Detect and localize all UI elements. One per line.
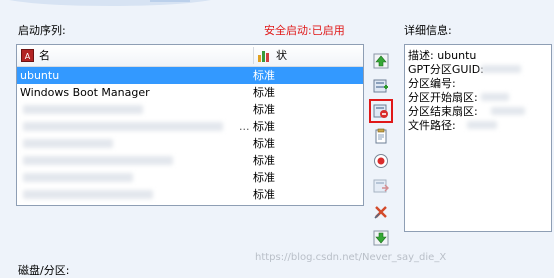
- watermark: https://blog.csdn.net/Never_say_die_X: [255, 252, 447, 263]
- record-button[interactable]: [372, 152, 390, 170]
- redacted-name: [23, 139, 113, 148]
- secure-boot-status: 已启用: [311, 24, 345, 37]
- redacted-value: [481, 65, 521, 73]
- entry-status: 标准: [253, 154, 275, 167]
- entry-status: 标准: [253, 69, 275, 82]
- entry-status: 标准: [253, 188, 275, 201]
- entry-status: 标准: [253, 103, 275, 116]
- list-header: A 名称 状态: [17, 45, 363, 83]
- top-decoration: [9, 0, 211, 6]
- detail-file-path: 文件路径:: [408, 119, 456, 132]
- list-item[interactable]: 标准: [17, 101, 363, 118]
- list-item[interactable]: ubuntu 标准: [17, 67, 363, 84]
- secure-boot-label: 安全启动:已启用: [264, 22, 345, 38]
- truncation-ellipsis: ...: [239, 120, 250, 133]
- boot-sequence-label: 启动序列:: [18, 24, 66, 37]
- secure-boot-text: 安全启动:: [264, 24, 312, 37]
- list-item[interactable]: 标准: [17, 152, 363, 169]
- copy-entry-button[interactable]: [372, 127, 390, 145]
- export-icon: [373, 179, 389, 193]
- entry-status: 标准: [253, 171, 275, 184]
- column-separator[interactable]: [253, 47, 254, 64]
- redacted-name: [23, 122, 223, 131]
- move-down-button[interactable]: [372, 229, 390, 247]
- move-up-button[interactable]: [372, 52, 390, 70]
- delete-entry-button[interactable]: [369, 99, 393, 123]
- boot-entry-list[interactable]: A 名称 状态 ubuntu 标准 Windows Boot Manager 标…: [16, 44, 364, 206]
- svg-text:A: A: [25, 52, 31, 61]
- redacted-value: [467, 121, 497, 129]
- export-button[interactable]: [372, 177, 390, 195]
- move-down-icon: [373, 230, 389, 246]
- bar-chart-icon: [258, 51, 269, 62]
- details-panel: 描述: ubuntu GPT分区GUID: 分区编号: 分区开始扇区: 分区结束…: [404, 44, 552, 232]
- add-entry-icon: [373, 79, 388, 93]
- list-item[interactable]: 标准: [17, 169, 363, 186]
- redacted-name: [23, 156, 173, 165]
- entry-status: 标准: [253, 120, 275, 133]
- redacted-name: [23, 173, 133, 182]
- record-icon: [374, 154, 388, 168]
- delete-entry-icon: [373, 104, 388, 118]
- copy-entry-icon: [375, 128, 387, 144]
- list-item[interactable]: 标准: [17, 186, 363, 203]
- entry-name: ubuntu: [20, 69, 60, 82]
- redacted-name: [23, 190, 153, 199]
- add-entry-button[interactable]: [372, 77, 390, 95]
- entry-app-icon: A: [21, 49, 34, 62]
- entry-name: Windows Boot Manager: [20, 86, 150, 99]
- redacted-value: [491, 107, 525, 115]
- entry-status: 标准: [253, 86, 275, 99]
- list-item[interactable]: Windows Boot Manager 标准: [17, 84, 363, 101]
- list-item[interactable]: ... 标准: [17, 118, 363, 135]
- move-up-icon: [373, 53, 389, 69]
- redacted-name: [23, 105, 143, 114]
- list-item[interactable]: 标准: [17, 135, 363, 152]
- entry-status: 标准: [253, 137, 275, 150]
- details-label: 详细信息:: [404, 24, 452, 37]
- remove-button[interactable]: [372, 203, 390, 221]
- redacted-value: [481, 93, 509, 101]
- remove-icon: [374, 206, 387, 219]
